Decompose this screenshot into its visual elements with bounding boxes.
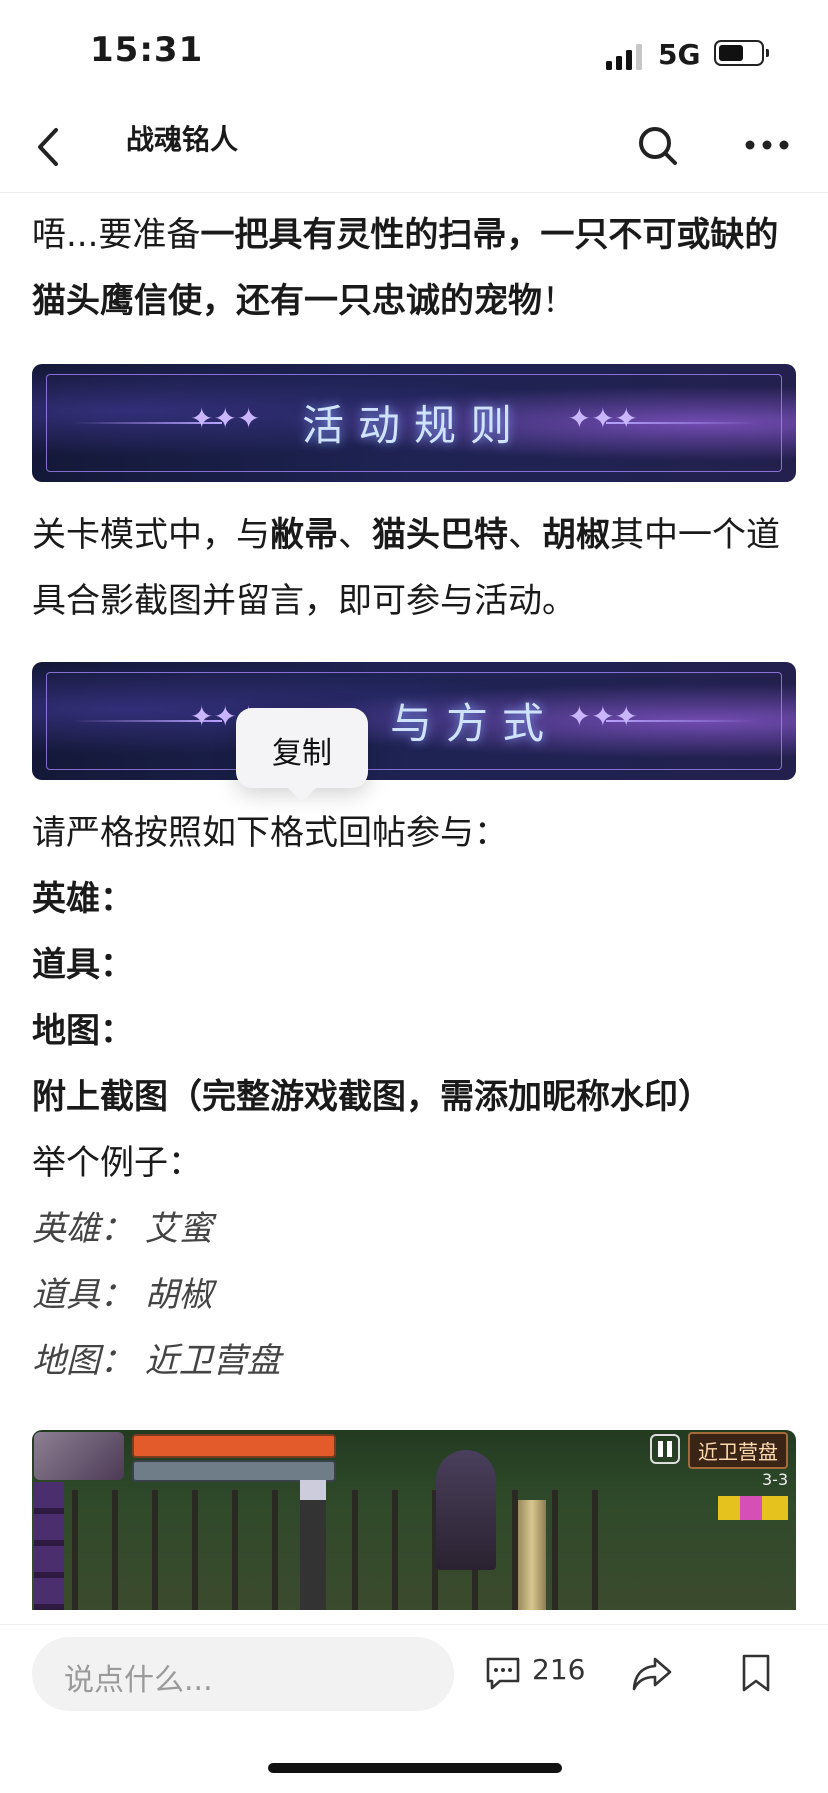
banner-title: 与方式 bbox=[389, 699, 558, 748]
back-icon[interactable] bbox=[30, 122, 70, 172]
minimap-tiles bbox=[718, 1496, 788, 1520]
game-stage-label: 3-3 bbox=[762, 1470, 789, 1489]
share-icon[interactable] bbox=[630, 1653, 674, 1693]
signal-icon bbox=[606, 44, 642, 70]
comment-count[interactable]: 216 bbox=[532, 1653, 585, 1686]
comment-input[interactable]: 说点什么... bbox=[32, 1637, 454, 1711]
item-name: 猫头巴特 bbox=[372, 515, 508, 555]
banner-participation: ✦✦✦ ✦✦✦ 与方式 bbox=[32, 662, 796, 780]
format-map: 地图： bbox=[32, 1011, 134, 1051]
mana-bar bbox=[132, 1460, 336, 1482]
example-hero: 英雄： 艾蜜 bbox=[32, 1209, 213, 1249]
item-name: 敝帚 bbox=[270, 515, 338, 555]
home-indicator bbox=[268, 1763, 562, 1773]
game-map-label: 近卫营盘 bbox=[688, 1432, 788, 1469]
fence bbox=[72, 1490, 632, 1610]
search-icon[interactable] bbox=[636, 124, 680, 168]
status-time: 15:31 bbox=[90, 30, 204, 70]
rules-sep: 、 bbox=[338, 515, 372, 555]
comment-icon[interactable] bbox=[484, 1655, 522, 1691]
hero-portrait bbox=[34, 1432, 124, 1480]
game-screenshot[interactable]: 近卫营盘 3-3 bbox=[32, 1430, 796, 1610]
bottom-bar: 说点什么... 216 bbox=[0, 1624, 828, 1793]
network-label: 5G bbox=[658, 38, 701, 71]
rules-text: 关卡模式中，与 bbox=[32, 515, 270, 555]
copy-popup[interactable]: 复制 bbox=[236, 708, 368, 802]
item-name: 胡椒 bbox=[542, 515, 610, 555]
rules-sep: 、 bbox=[508, 515, 542, 555]
format-attach: 附上截图（完整游戏截图，需添加昵称水印） bbox=[32, 1077, 712, 1117]
copy-label[interactable]: 复制 bbox=[236, 728, 368, 772]
intro-text-1: 唔...要准备 bbox=[32, 215, 201, 255]
banner-title: 活动规则 bbox=[301, 401, 526, 450]
format-item: 道具： bbox=[32, 945, 134, 985]
comment-placeholder: 说点什么... bbox=[64, 1663, 213, 1698]
bookmark-icon[interactable] bbox=[740, 1653, 772, 1693]
skill-icons bbox=[34, 1482, 64, 1610]
example-map: 地图： 近卫营盘 bbox=[32, 1341, 281, 1381]
rules-paragraph: 关卡模式中，与敝帚、猫头巴特、胡椒其中一个道具合影截图并留言，即可参与活动。 bbox=[32, 502, 798, 634]
intro-text-2: ！ bbox=[542, 281, 576, 321]
more-dots-icon[interactable] bbox=[744, 130, 790, 160]
article-body: 唔...要准备一把具有灵性的扫帚，一只不可或缺的猫头鹰信使，还有一只忠诚的宠物！… bbox=[32, 192, 798, 1610]
status-bar: 15:31 5G bbox=[0, 0, 828, 100]
banner-rules: ✦✦✦ ✦✦✦ 活动规则 bbox=[32, 364, 796, 482]
pause-icon bbox=[650, 1434, 680, 1464]
battery-icon bbox=[714, 40, 769, 66]
example-item: 道具： 胡椒 bbox=[32, 1275, 213, 1315]
nav-bar: 战魂铭人 bbox=[0, 100, 828, 193]
example-intro: 举个例子： bbox=[32, 1143, 202, 1183]
format-intro: 请严格按照如下格式回帖参与： bbox=[32, 813, 508, 853]
pillar bbox=[518, 1500, 546, 1610]
format-list: 请严格按照如下格式回帖参与： 英雄： 道具： 地图： 附上截图（完整游戏截图，需… bbox=[32, 800, 798, 1394]
statue bbox=[436, 1450, 496, 1570]
health-bar bbox=[132, 1434, 336, 1458]
page-title: 战魂铭人 bbox=[126, 123, 239, 156]
format-hero: 英雄： bbox=[32, 879, 134, 919]
lamp-post bbox=[300, 1480, 326, 1610]
intro-paragraph: 唔...要准备一把具有灵性的扫帚，一只不可或缺的猫头鹰信使，还有一只忠诚的宠物！ bbox=[32, 202, 798, 334]
